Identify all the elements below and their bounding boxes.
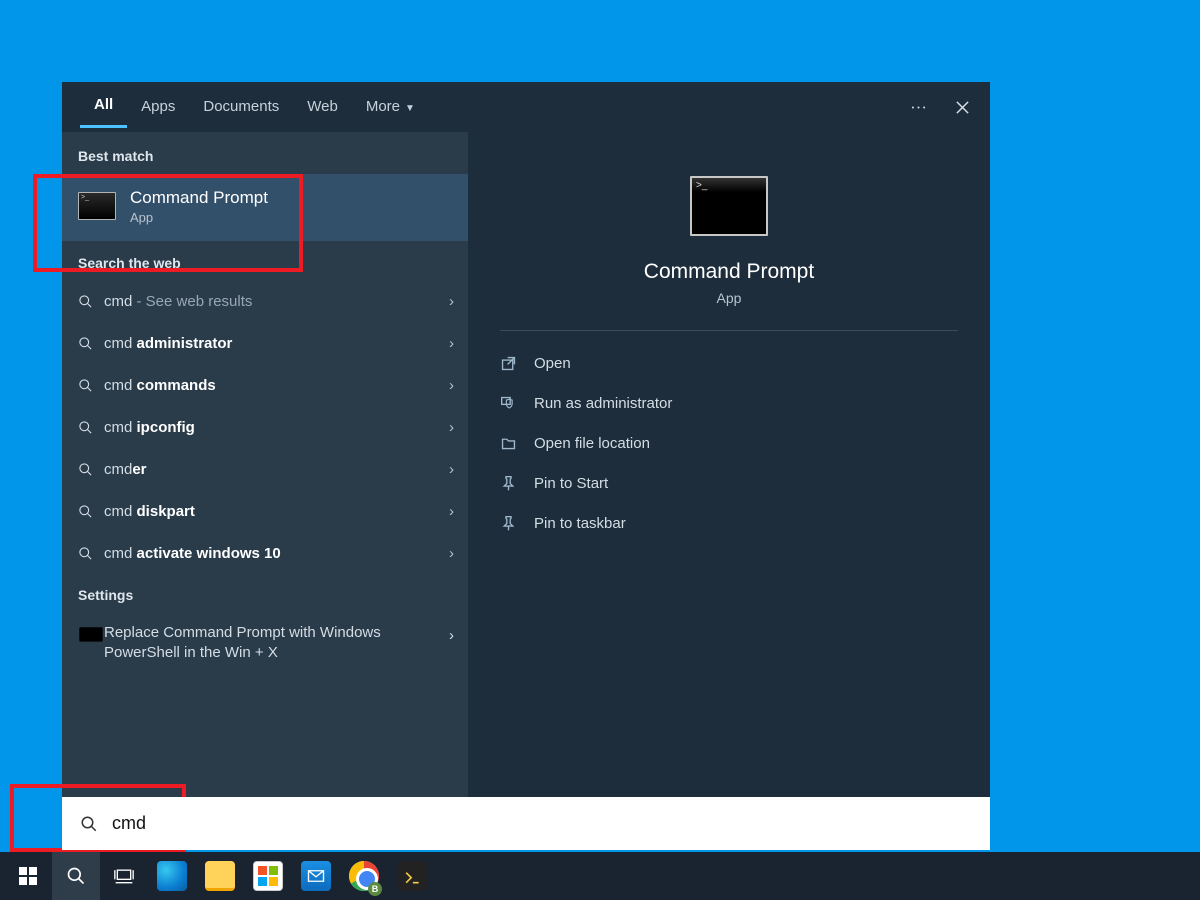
tab-documents[interactable]: Documents <box>189 88 293 127</box>
best-match-title: Command Prompt <box>130 188 268 208</box>
web-heading: Search the web <box>62 251 468 281</box>
search-icon <box>80 815 98 833</box>
tab-apps[interactable]: Apps <box>127 88 189 127</box>
search-icon <box>78 462 93 477</box>
taskbar-app-mail[interactable] <box>292 852 340 900</box>
pin-icon <box>500 475 517 492</box>
start-search-panel: All Apps Documents Web More▼ Best match … <box>62 82 990 797</box>
chevron-right-icon: › <box>449 377 454 394</box>
pin-icon <box>500 515 517 532</box>
taskbar-app-terminal[interactable] <box>388 852 436 900</box>
start-button[interactable] <box>4 852 52 900</box>
search-tabs: All Apps Documents Web More▼ <box>62 82 990 132</box>
chevron-right-icon: › <box>449 627 454 644</box>
web-result-label: cmd - See web results <box>104 293 449 310</box>
command-prompt-icon <box>690 176 768 236</box>
chevron-right-icon: › <box>449 335 454 352</box>
settings-heading: Settings <box>62 583 468 613</box>
taskbar-search-button[interactable] <box>52 852 100 900</box>
more-options-button[interactable] <box>900 89 936 125</box>
close-button[interactable] <box>944 89 980 125</box>
details-pane: Command Prompt App Open Run as administr… <box>468 132 990 797</box>
divider <box>500 330 958 331</box>
web-result-label: cmder <box>104 461 449 478</box>
settings-result[interactable]: Replace Command Prompt with Windows Powe… <box>62 613 468 674</box>
web-result[interactable]: cmd - See web results › <box>62 281 468 323</box>
action-pin-to-start[interactable]: Pin to Start <box>500 463 958 503</box>
search-icon <box>78 504 93 519</box>
action-run-as-administrator[interactable]: Run as administrator <box>500 383 958 423</box>
task-view-button[interactable] <box>100 852 148 900</box>
best-match-result[interactable]: Command Prompt App <box>62 174 468 241</box>
action-pin-to-taskbar[interactable]: Pin to taskbar <box>500 503 958 543</box>
web-result[interactable]: cmd administrator › <box>62 323 468 365</box>
tab-more[interactable]: More▼ <box>352 88 429 127</box>
web-result[interactable]: cmder › <box>62 449 468 491</box>
web-result[interactable]: cmd ipconfig › <box>62 407 468 449</box>
chevron-down-icon: ▼ <box>405 103 415 114</box>
open-icon <box>500 355 517 372</box>
chevron-right-icon: › <box>449 545 454 562</box>
search-icon <box>78 378 93 393</box>
details-title: Command Prompt <box>500 260 958 284</box>
folder-icon <box>500 435 517 452</box>
search-icon <box>78 336 93 351</box>
tab-all[interactable]: All <box>80 86 127 128</box>
search-icon <box>78 546 93 561</box>
web-result-label: cmd commands <box>104 377 449 394</box>
web-result-label: cmd ipconfig <box>104 419 449 436</box>
search-box[interactable] <box>62 797 990 850</box>
search-input[interactable] <box>112 813 972 834</box>
action-open[interactable]: Open <box>500 343 958 383</box>
chrome-profile-badge: B <box>368 882 382 896</box>
action-open-file-location[interactable]: Open file location <box>500 423 958 463</box>
search-icon <box>78 294 93 309</box>
web-result[interactable]: cmd diskpart › <box>62 491 468 533</box>
taskbar-app-microsoft-store[interactable] <box>244 852 292 900</box>
web-result-label: cmd diskpart <box>104 503 449 520</box>
settings-result-label: Replace Command Prompt with Windows Powe… <box>104 623 449 664</box>
shield-icon <box>500 395 517 412</box>
best-match-subtitle: App <box>130 210 268 225</box>
web-result[interactable]: cmd commands › <box>62 365 468 407</box>
command-prompt-icon <box>78 192 116 220</box>
monitor-icon <box>78 626 104 647</box>
taskbar-app-edge[interactable] <box>148 852 196 900</box>
taskbar-app-chrome[interactable]: B <box>340 852 388 900</box>
results-pane: Best match Command Prompt App Search the… <box>62 132 468 797</box>
taskbar-app-file-explorer[interactable] <box>196 852 244 900</box>
search-icon <box>78 420 93 435</box>
taskbar: B <box>0 852 1200 900</box>
chevron-right-icon: › <box>449 419 454 436</box>
best-match-heading: Best match <box>62 144 468 174</box>
web-result-label: cmd administrator <box>104 335 449 352</box>
web-result-label: cmd activate windows 10 <box>104 545 449 562</box>
web-result[interactable]: cmd activate windows 10 › <box>62 533 468 575</box>
details-subtitle: App <box>500 290 958 306</box>
chevron-right-icon: › <box>449 293 454 310</box>
tab-web[interactable]: Web <box>293 88 352 127</box>
chevron-right-icon: › <box>449 503 454 520</box>
chevron-right-icon: › <box>449 461 454 478</box>
